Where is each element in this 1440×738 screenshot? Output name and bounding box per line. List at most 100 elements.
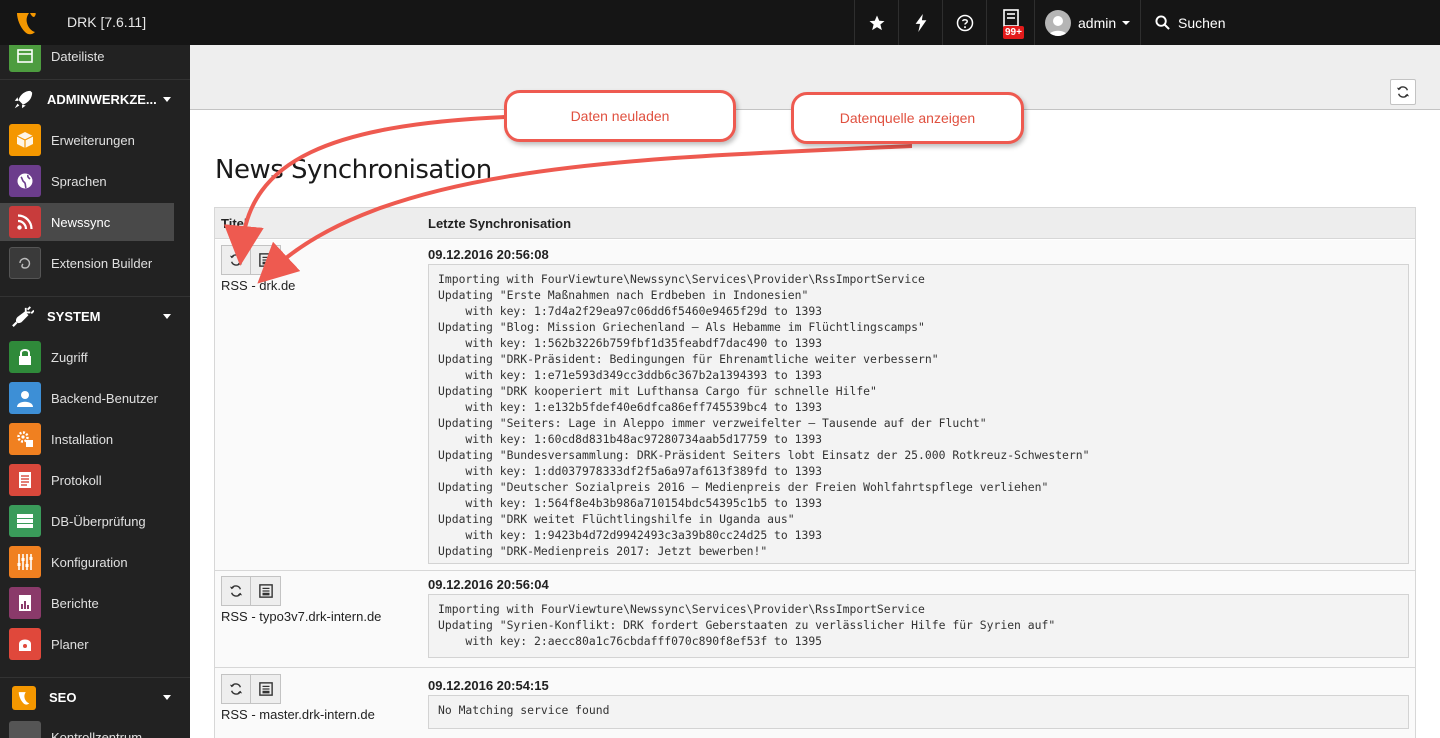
data-source-icon <box>258 682 273 696</box>
row-title: RSS - drk.de <box>221 278 296 293</box>
scheduler-icon <box>9 628 41 660</box>
show-data-source-button[interactable] <box>251 245 281 275</box>
bookmarks-button[interactable] <box>854 0 898 45</box>
table-row: RSS - typo3v7.drk-intern.de 09.12.2016 2… <box>215 571 1415 668</box>
sidebar-item-label: Sprachen <box>51 173 107 189</box>
sidebar-item-label: Protokoll <box>51 472 102 488</box>
reload-data-button[interactable] <box>221 674 251 704</box>
table-row: RSS - drk.de 09.12.2016 20:56:08 Importi… <box>215 240 1415 571</box>
sync-log: No Matching service found <box>428 695 1409 729</box>
dashboard-icon <box>9 721 41 738</box>
group-label: SEO <box>49 690 77 705</box>
sidebar-item-dateiliste[interactable]: Dateiliste <box>0 45 174 75</box>
sidebar-item-label: Erweiterungen <box>51 132 135 148</box>
globe-icon <box>9 165 41 197</box>
show-data-source-button[interactable] <box>251 674 281 704</box>
sidebar-item-newssync[interactable]: Newssync <box>0 203 174 241</box>
reload-data-button[interactable] <box>221 245 251 275</box>
help-button[interactable] <box>942 0 986 45</box>
sidebar-item-installation[interactable]: Installation <box>0 420 174 458</box>
sidebar-item-label: Konfiguration <box>51 554 128 570</box>
data-source-icon <box>258 584 273 598</box>
report-icon <box>9 587 41 619</box>
sidebar-item-label: DB-Überprüfung <box>51 513 146 529</box>
refresh-icon <box>229 254 243 266</box>
refresh-icon <box>229 683 243 695</box>
search-label: Suchen <box>1178 14 1226 31</box>
sidebar-item-berichte[interactable]: Berichte <box>0 584 174 622</box>
sidebar-item-kontrollzentrum[interactable]: Kontrollzentrum <box>0 718 174 738</box>
refresh-icon <box>1396 86 1410 98</box>
column-header-title: Titel <box>221 216 248 231</box>
sidebar-item-backend-benutzer[interactable]: Backend-Benutzer <box>0 379 174 417</box>
sidebar-item-label: Berichte <box>51 595 99 611</box>
extension-builder-icon <box>9 247 41 279</box>
sidebar-item-label: Extension Builder <box>51 255 153 271</box>
row-date: 09.12.2016 20:54:15 <box>428 678 549 693</box>
search-icon <box>1155 15 1170 30</box>
search-button[interactable]: Suchen <box>1140 0 1440 45</box>
star-icon <box>869 15 884 30</box>
row-actions <box>221 674 281 704</box>
sidebar-item-label: Backend-Benutzer <box>51 390 158 406</box>
column-header-last-sync: Letzte Synchronisation <box>428 216 572 231</box>
group-seo[interactable]: SEO <box>0 677 190 717</box>
group-system[interactable]: SYSTEM <box>0 296 190 336</box>
help-icon <box>956 14 973 31</box>
group-label: SYSTEM <box>47 309 101 324</box>
sidebar-item-planer[interactable]: Planer <box>0 625 174 663</box>
user-icon <box>9 382 41 414</box>
rss-icon <box>9 206 41 238</box>
sidebar-item-protokoll[interactable]: Protokoll <box>0 461 174 499</box>
sidebar-item-sprachen[interactable]: Sprachen <box>0 162 174 200</box>
system-info-icon <box>1002 8 1019 27</box>
lock-icon <box>9 341 41 373</box>
flash-icon <box>915 13 926 32</box>
plug-icon <box>12 305 34 327</box>
callout-reload: Daten neuladen <box>504 90 736 142</box>
reload-data-button[interactable] <box>221 576 251 606</box>
sidebar-item-erweiterungen[interactable]: Erweiterungen <box>0 121 174 159</box>
site-name[interactable]: DRK [7.6.11] <box>67 14 146 30</box>
gears-icon <box>9 423 41 455</box>
sidebar-item-label: Newssync <box>51 214 111 230</box>
log-icon <box>9 464 41 496</box>
sidebar-item-label: Dateiliste <box>51 48 105 64</box>
top-bar: DRK [7.6.11] 99+ admin Suchen <box>0 0 1440 45</box>
typo3-logo-button[interactable] <box>0 0 52 45</box>
sidebar-item-zugriff[interactable]: Zugriff <box>0 338 174 376</box>
group-adminwerkzeuge[interactable]: ADMINWERKZE... <box>0 79 190 119</box>
sync-log: Importing with FourViewture\Newssync\Ser… <box>428 264 1409 564</box>
file-list-icon <box>9 45 41 72</box>
module-menu: Dateiliste ADMINWERKZE... Erweiterungen … <box>0 45 190 738</box>
data-source-icon <box>258 253 273 267</box>
page-title: News Synchronisation <box>215 155 492 185</box>
table-row: RSS - master.drk-intern.de 09.12.2016 20… <box>215 668 1415 738</box>
chevron-down-icon <box>163 695 171 700</box>
refresh-icon <box>229 585 243 597</box>
row-actions <box>221 576 281 606</box>
sidebar-item-konfiguration[interactable]: Konfiguration <box>0 543 174 581</box>
row-date: 09.12.2016 20:56:08 <box>428 247 549 262</box>
clear-cache-button[interactable] <box>898 0 942 45</box>
sync-log: Importing with FourViewture\Newssync\Ser… <box>428 594 1409 658</box>
sidebar-item-db-ueberpruefung[interactable]: DB-Überprüfung <box>0 502 174 540</box>
show-data-source-button[interactable] <box>251 576 281 606</box>
table-header: Titel Letzte Synchronisation <box>215 208 1415 239</box>
user-icon <box>1049 15 1067 36</box>
sidebar-item-label: Planer <box>51 636 89 652</box>
reload-page-button[interactable] <box>1390 79 1416 105</box>
user-menu[interactable]: admin <box>1034 0 1140 45</box>
chevron-down-icon <box>163 97 171 102</box>
sync-table: Titel Letzte Synchronisation RSS - drk.d… <box>214 207 1416 738</box>
row-actions <box>221 245 281 275</box>
group-label: ADMINWERKZE... <box>47 92 157 107</box>
sidebar-item-label: Zugriff <box>51 349 88 365</box>
row-date: 09.12.2016 20:56:04 <box>428 577 549 592</box>
notification-badge: 99+ <box>1003 26 1024 39</box>
sidebar-item-extension-builder[interactable]: Extension Builder <box>0 244 174 282</box>
callout-show-source: Datenquelle anzeigen <box>791 92 1024 144</box>
box-icon <box>9 124 41 156</box>
sidebar-item-label: Kontrollzentrum <box>51 729 143 738</box>
sliders-icon <box>9 546 41 578</box>
